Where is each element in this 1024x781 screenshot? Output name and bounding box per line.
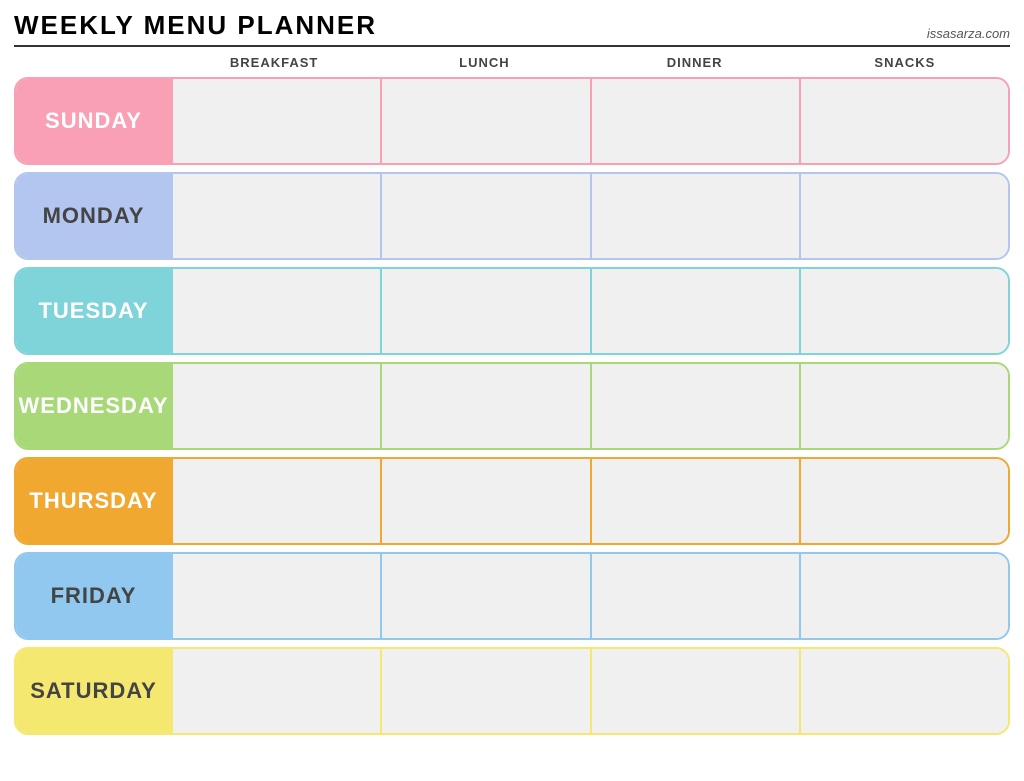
day-label-tuesday: Tuesday bbox=[16, 269, 171, 353]
meal-cell-friday-snacks[interactable] bbox=[799, 554, 1008, 638]
meal-cell-tuesday-snacks[interactable] bbox=[799, 269, 1008, 353]
meal-cell-friday-breakfast[interactable] bbox=[171, 554, 380, 638]
day-label-wednesday: Wednesday bbox=[16, 364, 171, 448]
day-label-thursday: Thursday bbox=[16, 459, 171, 543]
day-row-monday: Monday bbox=[14, 172, 1010, 260]
col-header-dinner: Dinner bbox=[590, 53, 800, 72]
page-header: Weekly Menu Planner issasarza.com bbox=[14, 10, 1010, 47]
meal-cell-monday-lunch[interactable] bbox=[380, 174, 589, 258]
meal-cell-thursday-breakfast[interactable] bbox=[171, 459, 380, 543]
meal-cell-thursday-lunch[interactable] bbox=[380, 459, 589, 543]
day-label-friday: Friday bbox=[16, 554, 171, 638]
meal-cell-saturday-dinner[interactable] bbox=[590, 649, 799, 733]
day-label-saturday: Saturday bbox=[16, 649, 171, 733]
column-headers: Breakfast Lunch Dinner Snacks bbox=[14, 53, 1010, 72]
meal-cell-monday-snacks[interactable] bbox=[799, 174, 1008, 258]
day-row-wednesday: Wednesday bbox=[14, 362, 1010, 450]
col-header-snacks: Snacks bbox=[800, 53, 1010, 72]
meal-cell-friday-lunch[interactable] bbox=[380, 554, 589, 638]
meal-cell-wednesday-breakfast[interactable] bbox=[171, 364, 380, 448]
col-header-day-empty bbox=[14, 53, 169, 72]
meal-cell-saturday-snacks[interactable] bbox=[799, 649, 1008, 733]
day-row-saturday: Saturday bbox=[14, 647, 1010, 735]
meal-cell-monday-breakfast[interactable] bbox=[171, 174, 380, 258]
meal-cell-sunday-lunch[interactable] bbox=[380, 79, 589, 163]
page-title: Weekly Menu Planner bbox=[14, 10, 377, 41]
meal-cell-tuesday-dinner[interactable] bbox=[590, 269, 799, 353]
meal-cell-tuesday-lunch[interactable] bbox=[380, 269, 589, 353]
day-label-monday: Monday bbox=[16, 174, 171, 258]
meal-cell-saturday-lunch[interactable] bbox=[380, 649, 589, 733]
col-header-breakfast: Breakfast bbox=[169, 53, 379, 72]
meal-cell-wednesday-lunch[interactable] bbox=[380, 364, 589, 448]
site-url: issasarza.com bbox=[927, 26, 1010, 41]
meal-cell-saturday-breakfast[interactable] bbox=[171, 649, 380, 733]
meal-cell-sunday-snacks[interactable] bbox=[799, 79, 1008, 163]
day-row-friday: Friday bbox=[14, 552, 1010, 640]
meal-cell-tuesday-breakfast[interactable] bbox=[171, 269, 380, 353]
meal-cell-wednesday-snacks[interactable] bbox=[799, 364, 1008, 448]
meal-cell-sunday-breakfast[interactable] bbox=[171, 79, 380, 163]
page-wrapper: Weekly Menu Planner issasarza.com Breakf… bbox=[14, 10, 1010, 735]
meal-cell-wednesday-dinner[interactable] bbox=[590, 364, 799, 448]
meal-cell-thursday-snacks[interactable] bbox=[799, 459, 1008, 543]
day-label-sunday: Sunday bbox=[16, 79, 171, 163]
day-row-sunday: Sunday bbox=[14, 77, 1010, 165]
day-row-tuesday: Tuesday bbox=[14, 267, 1010, 355]
col-header-lunch: Lunch bbox=[379, 53, 589, 72]
day-row-thursday: Thursday bbox=[14, 457, 1010, 545]
meal-cell-thursday-dinner[interactable] bbox=[590, 459, 799, 543]
days-grid: Sunday Monday Tuesday Wednesday Thursday Frid… bbox=[14, 77, 1010, 735]
meal-cell-sunday-dinner[interactable] bbox=[590, 79, 799, 163]
meal-cell-friday-dinner[interactable] bbox=[590, 554, 799, 638]
meal-cell-monday-dinner[interactable] bbox=[590, 174, 799, 258]
